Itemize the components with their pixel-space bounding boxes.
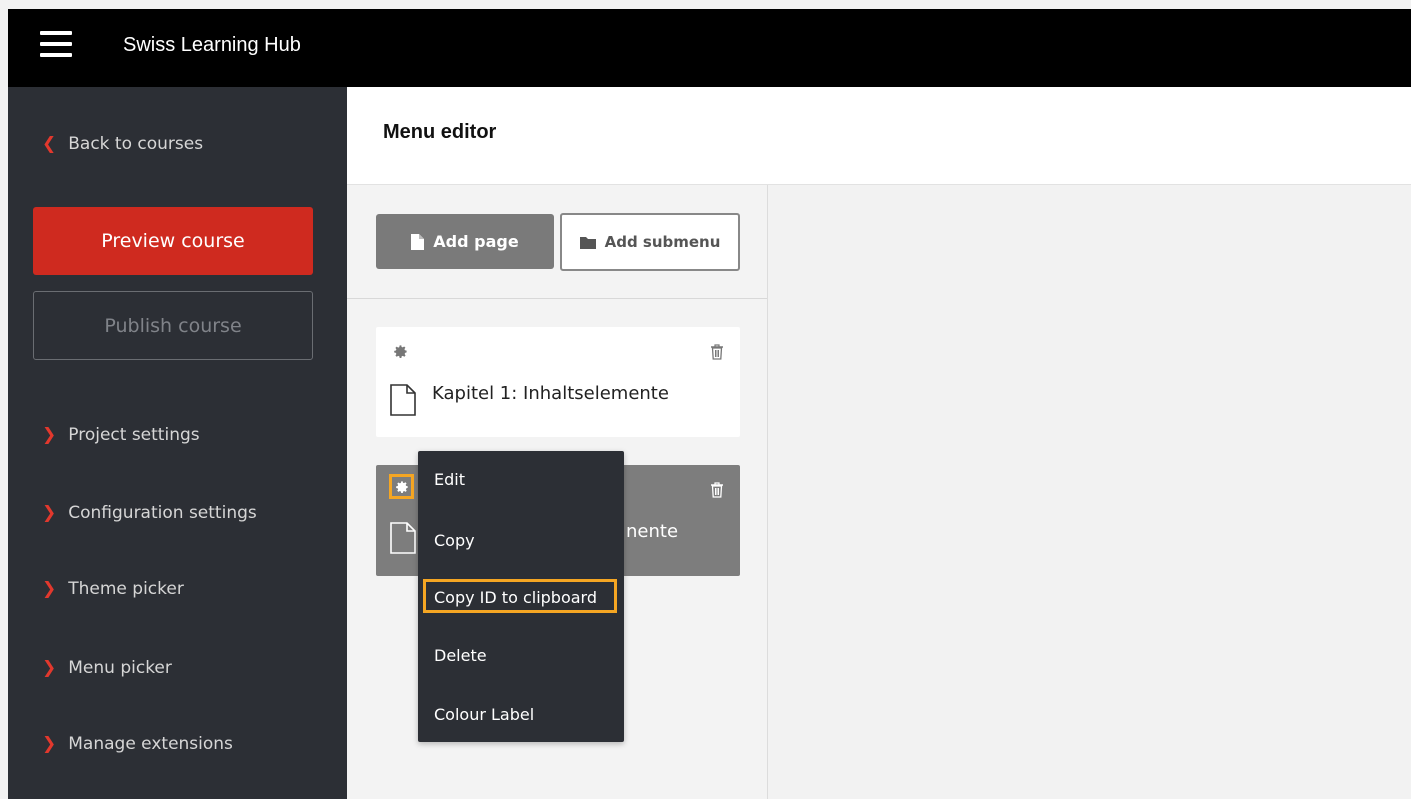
add-page-label: Add page	[433, 232, 519, 251]
gear-button[interactable]	[389, 474, 414, 499]
menu-item-colour-label[interactable]: Colour Label	[434, 705, 534, 724]
chevron-right-icon: ❯	[42, 658, 57, 678]
chevron-right-icon: ❯	[42, 734, 57, 754]
editor-header: Menu editor	[347, 87, 1411, 185]
menu-item-copy[interactable]: Copy	[434, 531, 475, 550]
sidebar-item-label: Project settings	[68, 425, 200, 445]
sidebar-item-label: Manage extensions	[68, 734, 233, 754]
menu-item-edit[interactable]: Edit	[434, 470, 465, 489]
top-bar: Swiss Learning Hub	[8, 9, 1411, 87]
back-to-courses-link[interactable]: ❮ Back to courses	[42, 134, 203, 154]
publish-course-button[interactable]: Publish course	[33, 291, 313, 360]
page-icon	[390, 522, 416, 554]
back-to-courses-label: Back to courses	[68, 134, 204, 154]
menu-page-title: nente	[626, 521, 679, 542]
page-title: Menu editor	[383, 121, 497, 143]
trash-icon[interactable]	[710, 344, 724, 360]
file-icon	[411, 233, 425, 250]
add-submenu-label: Add submenu	[604, 233, 721, 251]
add-submenu-button[interactable]: Add submenu	[560, 213, 740, 271]
sidebar-item-configuration-settings[interactable]: ❯ Configuration settings	[42, 503, 257, 523]
menu-page-card[interactable]: Kapitel 1: Inhaltselemente	[376, 327, 740, 437]
add-page-button[interactable]: Add page	[376, 214, 554, 269]
sidebar-item-menu-picker[interactable]: ❯ Menu picker	[42, 658, 172, 678]
trash-icon[interactable]	[710, 482, 724, 498]
sidebar-item-theme-picker[interactable]: ❯ Theme picker	[42, 579, 184, 599]
preview-course-button[interactable]: Preview course	[33, 207, 313, 275]
chevron-right-icon: ❯	[42, 503, 57, 523]
panel-divider	[347, 298, 767, 299]
page-icon	[390, 384, 416, 416]
folder-icon	[579, 236, 596, 249]
hamburger-icon[interactable]	[40, 31, 72, 57]
chevron-right-icon: ❯	[42, 425, 57, 445]
sidebar-item-manage-extensions[interactable]: ❯ Manage extensions	[42, 734, 233, 754]
context-menu: Edit Copy Copy ID to clipboard Delete Co…	[418, 451, 624, 742]
sidebar: ❮ Back to courses Preview course Publish…	[8, 87, 347, 799]
sidebar-item-label: Menu picker	[68, 658, 172, 678]
chevron-left-icon: ❮	[42, 134, 57, 154]
menu-page-title: Kapitel 1: Inhaltselemente	[432, 383, 669, 404]
gear-icon[interactable]	[393, 344, 408, 359]
chevron-right-icon: ❯	[42, 579, 57, 599]
menu-item-copy-id[interactable]: Copy ID to clipboard	[434, 588, 597, 607]
sidebar-item-project-settings[interactable]: ❯ Project settings	[42, 425, 200, 445]
gear-icon	[395, 480, 408, 493]
menu-item-delete[interactable]: Delete	[434, 646, 487, 665]
sidebar-item-label: Configuration settings	[68, 503, 257, 523]
sidebar-item-label: Theme picker	[68, 579, 184, 599]
app-title: Swiss Learning Hub	[123, 34, 301, 56]
